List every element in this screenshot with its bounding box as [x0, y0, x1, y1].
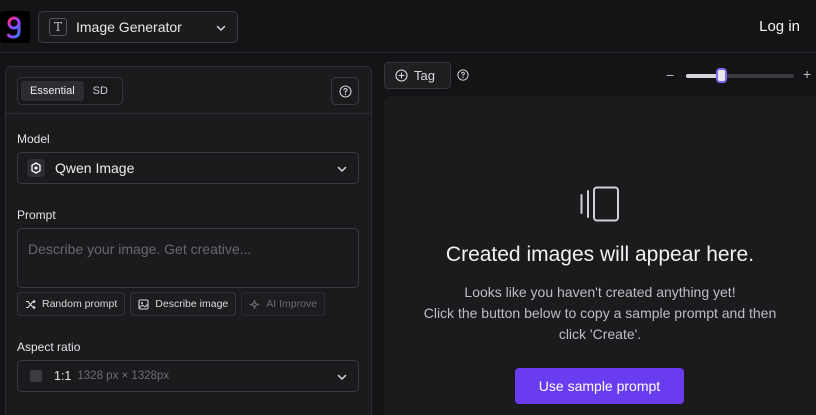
empty-state-title: Created images will appear here. [445, 243, 755, 266]
qwen-model-icon [27, 159, 45, 177]
square-ratio-icon [30, 370, 42, 382]
model-select-value: Qwen Image [55, 160, 135, 176]
logo-g-icon [6, 16, 21, 39]
help-circle-icon [338, 84, 352, 98]
sparkle-icon [250, 299, 260, 309]
random-prompt-label: Random prompt [42, 298, 118, 310]
mode-toggle: Essential SD [17, 77, 123, 105]
ai-improve-label: AI Improve [266, 298, 318, 310]
settings-panel-header: Essential SD [6, 67, 371, 114]
zoom-slider-thumb[interactable] [716, 68, 728, 83]
model-select[interactable]: Qwen Image [17, 152, 359, 184]
generator-select[interactable]: T Image Generator [38, 11, 238, 43]
mode-essential-tab[interactable]: Essential [21, 81, 84, 101]
chevron-down-icon [337, 374, 347, 380]
aspect-ratio-dimensions: 1328 px × 1328px [77, 370, 170, 382]
generator-select-label: Image Generator [76, 19, 182, 35]
random-prompt-button[interactable]: Random prompt [17, 292, 126, 316]
empty-state-line-2: Click the button below to copy a sample … [423, 305, 777, 321]
zoom-slider[interactable] [686, 74, 794, 78]
empty-state-line-3: click 'Create'. [558, 326, 642, 342]
gallery-empty-state: Created images will appear here. Looks l… [384, 96, 816, 415]
top-bar: T Image Generator Log in [0, 0, 816, 53]
settings-help-button[interactable] [331, 77, 359, 105]
app-logo[interactable] [0, 11, 30, 43]
tag-button-label: Tag [414, 68, 435, 83]
describe-image-label: Describe image [155, 298, 229, 310]
plus-circle-icon [395, 69, 408, 82]
prompt-actions: Random prompt Describe image AI Improve [17, 292, 326, 316]
model-label: Model [17, 132, 50, 146]
mode-sd-tab[interactable]: SD [84, 81, 117, 101]
prompt-input[interactable] [17, 228, 359, 288]
shuffle-icon [26, 299, 36, 309]
use-sample-prompt-button[interactable]: Use sample prompt [515, 368, 684, 404]
settings-panel: Essential SD Model Qwen Image Prompt Des… [5, 66, 372, 415]
text-type-icon: T [49, 18, 67, 36]
help-circle-icon[interactable] [457, 69, 469, 81]
zoom-in-button[interactable]: + [803, 66, 811, 82]
image-stack-icon [580, 186, 619, 222]
image-icon [138, 298, 149, 310]
chevron-down-icon [216, 25, 226, 31]
aspect-ratio-select[interactable]: 1:1 1328 px × 1328px [17, 360, 359, 392]
zoom-out-button[interactable]: − [666, 67, 674, 83]
login-link[interactable]: Log in [759, 18, 800, 35]
aspect-ratio-label: Aspect ratio [17, 340, 81, 354]
ai-improve-button[interactable]: AI Improve [241, 292, 326, 316]
tag-button[interactable]: Tag [384, 62, 451, 89]
aspect-ratio-value: 1:1 [54, 369, 72, 383]
empty-state-line-1: Looks like you haven't created anything … [464, 284, 736, 300]
describe-image-button[interactable]: Describe image [130, 292, 237, 316]
prompt-label: Prompt [17, 208, 56, 222]
chevron-down-icon [337, 166, 347, 172]
